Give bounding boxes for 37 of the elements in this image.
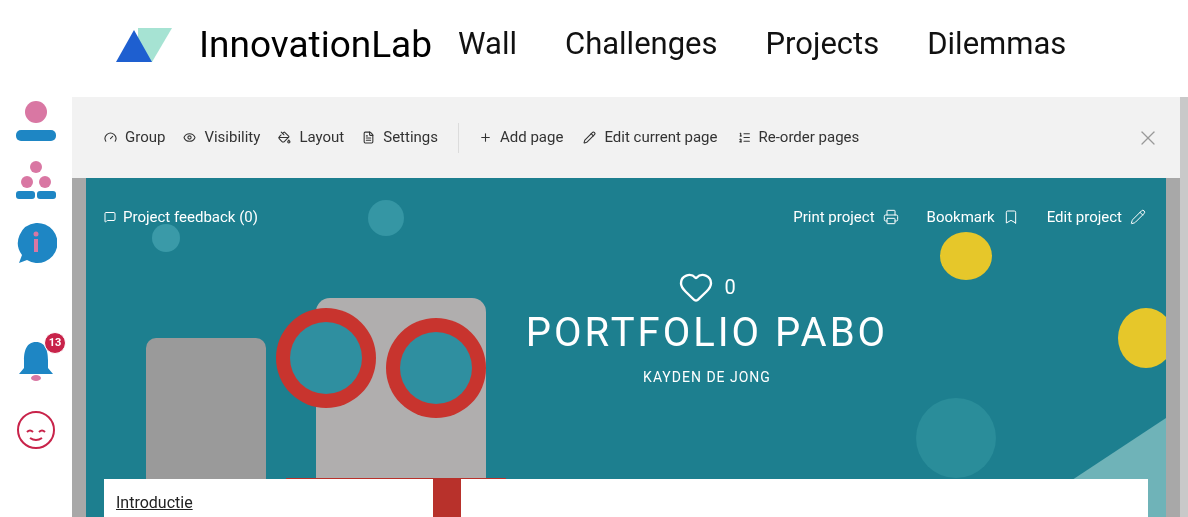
toolbar-button[interactable]: Layout — [278, 126, 345, 149]
project-action-link[interactable]: Print project — [793, 206, 899, 229]
plus-icon — [479, 131, 492, 144]
nav-link[interactable]: Challenges — [564, 21, 718, 68]
speech-bubble-icon — [104, 211, 116, 224]
list-icon — [737, 131, 751, 144]
toolbar-button[interactable]: Group — [104, 126, 166, 149]
face-icon[interactable] — [16, 410, 56, 450]
scrollbar[interactable] — [1180, 97, 1188, 517]
toolbar-button[interactable]: Add page — [479, 126, 564, 149]
logo-icon — [116, 27, 172, 62]
pencil-icon — [1130, 209, 1146, 226]
page-link[interactable]: Introductie — [116, 493, 193, 512]
feedback-link[interactable]: Project feedback (0) — [104, 206, 258, 229]
user-icon[interactable] — [15, 98, 57, 142]
nav-link[interactable]: Projects — [765, 21, 880, 68]
toolbar-button[interactable]: Visibility — [183, 126, 261, 149]
like-count: 0 — [724, 273, 736, 301]
gauge-icon — [104, 131, 117, 144]
toolbar-button[interactable]: Edit current page — [583, 126, 718, 149]
project-title: PORTFOLIO PABO — [525, 312, 889, 353]
nav-link[interactable]: Wall — [458, 21, 517, 68]
nav-link[interactable]: Dilemmas — [927, 21, 1067, 68]
project-author: KAYDEN DE JONG — [643, 367, 771, 387]
printer-icon — [882, 209, 899, 226]
info-icon[interactable] — [15, 222, 57, 264]
document-icon — [362, 131, 376, 144]
paint-bucket-icon — [278, 131, 292, 144]
notification-badge: 13 — [44, 332, 66, 354]
brand-name: InnovationLab — [199, 21, 432, 68]
project-action-link[interactable]: Bookmark — [926, 206, 1019, 229]
toolbar-button[interactable]: Re-order pages — [737, 126, 860, 149]
pencil-icon — [583, 131, 597, 144]
eye-icon — [183, 131, 197, 144]
project-action-link[interactable]: Edit project — [1046, 206, 1146, 229]
group-icon[interactable] — [15, 160, 57, 200]
toolbar-button[interactable]: Settings — [362, 126, 438, 149]
